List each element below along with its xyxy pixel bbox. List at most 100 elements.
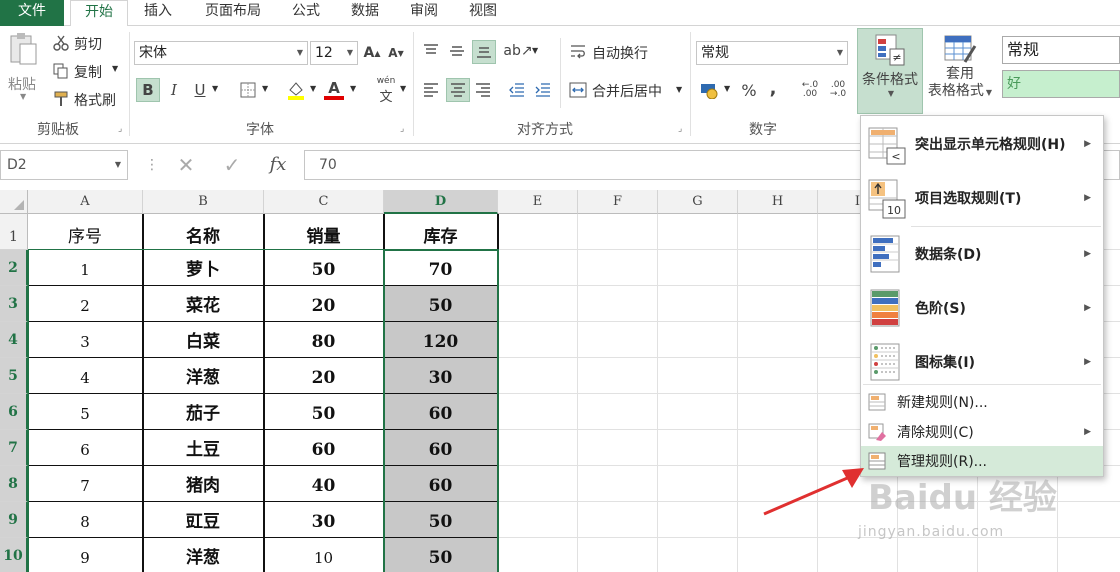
column-header-d[interactable]: D [384,190,498,214]
tab-file[interactable]: 文件 [0,0,64,26]
border-dropdown-icon[interactable]: ▼ [262,84,268,93]
fill-color-dropdown-icon[interactable]: ▼ [310,84,316,93]
comma-button[interactable]: , [764,76,782,100]
table-cell[interactable]: 6 [28,430,143,466]
row-header[interactable]: 9 [0,502,28,538]
phonetic-dropdown-icon[interactable]: ▼ [400,84,406,93]
column-header-b[interactable]: B [143,190,264,214]
table-cell[interactable]: 60 [384,394,498,430]
table-cell[interactable]: 白菜 [143,322,264,358]
column-header-f[interactable]: F [578,190,658,214]
wrap-text-icon[interactable] [568,42,588,62]
currency-dropdown-icon[interactable]: ▼ [724,84,730,93]
table-cell[interactable]: 10 [264,538,384,572]
table-cell[interactable]: 30 [264,502,384,538]
orientation-dropdown-icon[interactable]: ▼ [532,46,538,55]
row-header[interactable]: 5 [0,358,28,394]
merge-dropdown-icon[interactable]: ▼ [676,85,682,94]
row-header[interactable]: 4 [0,322,28,358]
increase-decimal-icon[interactable]: ←.0.00 [798,78,822,102]
bold-button[interactable]: B [136,78,160,102]
italic-button[interactable]: I [164,78,184,102]
table-cell[interactable]: 菜花 [143,286,264,322]
menu-color-scales[interactable]: 色阶(S) ▶ [861,282,1103,334]
table-header-cell[interactable]: 名称 [143,214,264,250]
copy-icon[interactable] [52,62,70,80]
insert-function-icon[interactable]: fx [258,152,298,178]
copy-button[interactable]: 复制 [74,62,102,82]
table-cell[interactable]: 土豆 [143,430,264,466]
align-middle-icon[interactable] [446,40,468,62]
column-header-c[interactable]: C [264,190,384,214]
decrease-indent-icon[interactable] [506,78,528,102]
table-cell[interactable]: 3 [28,322,143,358]
align-top-icon[interactable] [420,40,442,62]
table-cell[interactable]: 茄子 [143,394,264,430]
row-header[interactable]: 7 [0,430,28,466]
align-bottom-icon[interactable] [472,40,496,64]
menu-data-bars[interactable]: 数据条(D) ▶ [861,228,1103,280]
underline-dropdown-icon[interactable]: ▼ [212,84,218,93]
menu-icon-sets[interactable]: 图标集(I) ▶ [861,336,1103,388]
table-cell[interactable]: 70 [384,250,498,286]
table-header-cell[interactable]: 序号 [28,214,143,250]
fill-color-icon[interactable] [284,78,308,102]
grow-font-icon[interactable]: A ▲ [362,42,382,64]
table-cell[interactable]: 4 [28,358,143,394]
font-color-dropdown-icon[interactable]: ▼ [350,84,356,93]
number-format-select[interactable]: 常规 ▼ [696,41,848,65]
table-cell[interactable]: 8 [28,502,143,538]
increase-indent-icon[interactable] [532,78,554,102]
tab-insert[interactable]: 插入 [132,0,184,26]
copy-dropdown-icon[interactable]: ▼ [112,64,118,73]
paste-dropdown-icon[interactable]: ▼ [20,92,26,101]
paintbrush-icon[interactable] [52,90,70,108]
table-cell[interactable]: 2 [28,286,143,322]
table-cell[interactable]: 20 [264,286,384,322]
clipboard-launcher-icon[interactable]: ⌟ [118,124,122,134]
table-cell[interactable]: 猪肉 [143,466,264,502]
currency-icon[interactable] [698,78,722,102]
row-header[interactable]: 1 [0,214,28,250]
row-header[interactable]: 3 [0,286,28,322]
table-cell[interactable]: 5 [28,394,143,430]
menu-highlight-rules[interactable]: < 突出显示单元格规则(H) ▶ [861,118,1103,170]
table-cell[interactable]: 50 [384,286,498,322]
table-cell[interactable]: 80 [264,322,384,358]
border-icon[interactable] [238,80,258,100]
style-good[interactable]: 好 [1002,70,1120,98]
table-cell[interactable]: 50 [264,250,384,286]
tab-review[interactable]: 审阅 [400,0,448,26]
shrink-font-icon[interactable]: A ▼ [386,42,406,64]
column-header-h[interactable]: H [738,190,818,214]
table-cell[interactable]: 1 [28,250,143,286]
font-name-select[interactable]: 宋体 ▼ [134,41,308,65]
table-cell[interactable]: 120 [384,322,498,358]
align-center-icon[interactable] [446,78,470,102]
table-cell[interactable]: 9 [28,538,143,572]
table-cell[interactable]: 60 [384,430,498,466]
tab-home[interactable]: 开始 [70,0,128,27]
table-cell[interactable]: 30 [384,358,498,394]
tab-page-layout[interactable]: 页面布局 [194,0,272,26]
table-cell[interactable]: 20 [264,358,384,394]
tab-formulas[interactable]: 公式 [282,0,330,26]
paste-icon[interactable] [6,32,40,66]
orientation-icon[interactable]: ab↗ [503,40,532,62]
merge-center-icon[interactable] [568,80,588,100]
cancel-icon[interactable]: ✕ [166,152,206,178]
table-header-cell[interactable]: 销量 [264,214,384,250]
row-header[interactable]: 2 [0,250,28,286]
table-cell[interactable]: 60 [264,430,384,466]
table-cell[interactable]: 50 [384,538,498,572]
align-left-icon[interactable] [420,78,442,102]
table-cell[interactable]: 萝卜 [143,250,264,286]
row-header[interactable]: 10 [0,538,28,572]
table-header-cell[interactable]: 库存 [384,214,498,250]
format-painter-button[interactable]: 格式刷 [74,90,116,110]
row-header[interactable]: 6 [0,394,28,430]
table-cell[interactable]: 豇豆 [143,502,264,538]
font-launcher-icon[interactable]: ⌟ [400,124,404,134]
tab-data[interactable]: 数据 [340,0,390,26]
column-header-a[interactable]: A [28,190,143,214]
